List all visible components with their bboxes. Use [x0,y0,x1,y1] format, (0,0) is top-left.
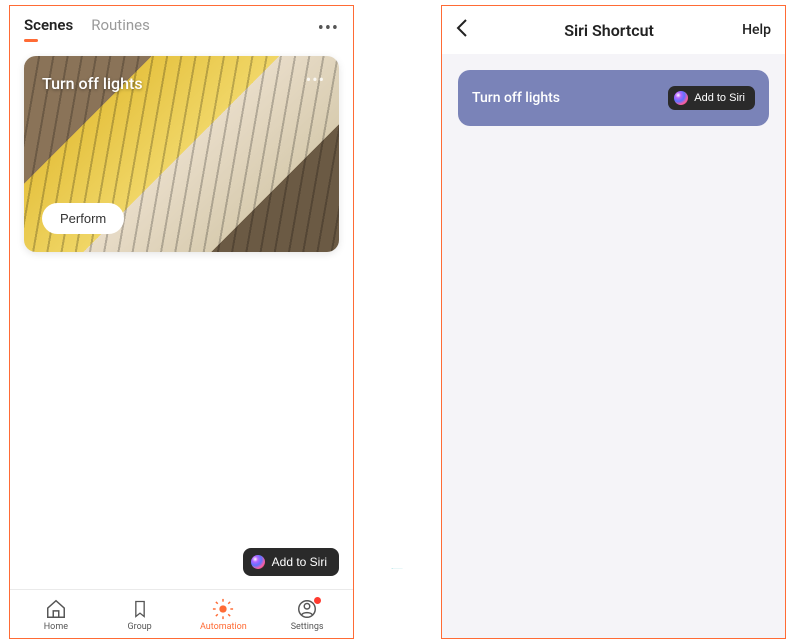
tab-scenes[interactable]: Scenes [24,16,73,40]
scene-title: Turn off lights [42,74,143,93]
tabs-header: Scenes Routines ••• [10,6,353,44]
siri-shortcut-screen: Siri Shortcut Help Turn off lights Add t… [441,5,786,639]
more-icon[interactable]: ••• [318,18,339,39]
nav-settings-label: Settings [291,622,324,632]
page-title: Siri Shortcut [476,21,742,40]
back-button[interactable] [456,18,476,42]
nav-group[interactable]: Group [110,598,170,632]
add-to-siri-button[interactable]: Add to Siri [243,548,339,576]
nav-automation-label: Automation [200,622,247,632]
nav-home-label: Home [44,622,68,632]
shortcut-label: Turn off lights [472,90,560,106]
siri-icon [674,91,688,105]
shortcut-row[interactable]: Turn off lights Add to Siri [458,70,769,126]
siri-icon [251,555,265,569]
nav-settings[interactable]: Settings [277,598,337,632]
add-to-siri-button-right[interactable]: Add to Siri [668,86,755,110]
bottom-nav: Home Group Automation Settings [10,589,353,638]
nav-automation[interactable]: Automation [193,598,253,632]
sun-icon [212,598,234,620]
help-button[interactable]: Help [742,22,771,38]
home-icon [45,598,67,620]
nav-group-label: Group [128,622,152,632]
scene-more-icon[interactable]: ••• [306,70,325,89]
add-to-siri-label: Add to Siri [272,555,327,569]
tab-routines[interactable]: Routines [91,16,150,40]
siri-header: Siri Shortcut Help [442,6,785,54]
bookmark-icon [129,598,151,620]
flow-arrow [352,568,442,569]
scenes-screen: Scenes Routines ••• Turn off lights ••• … [9,5,354,639]
notification-badge [314,597,321,604]
scene-card[interactable]: Turn off lights ••• Perform [24,56,339,252]
nav-home[interactable]: Home [26,598,86,632]
perform-button[interactable]: Perform [42,203,124,234]
add-to-siri-label-right: Add to Siri [694,92,745,104]
